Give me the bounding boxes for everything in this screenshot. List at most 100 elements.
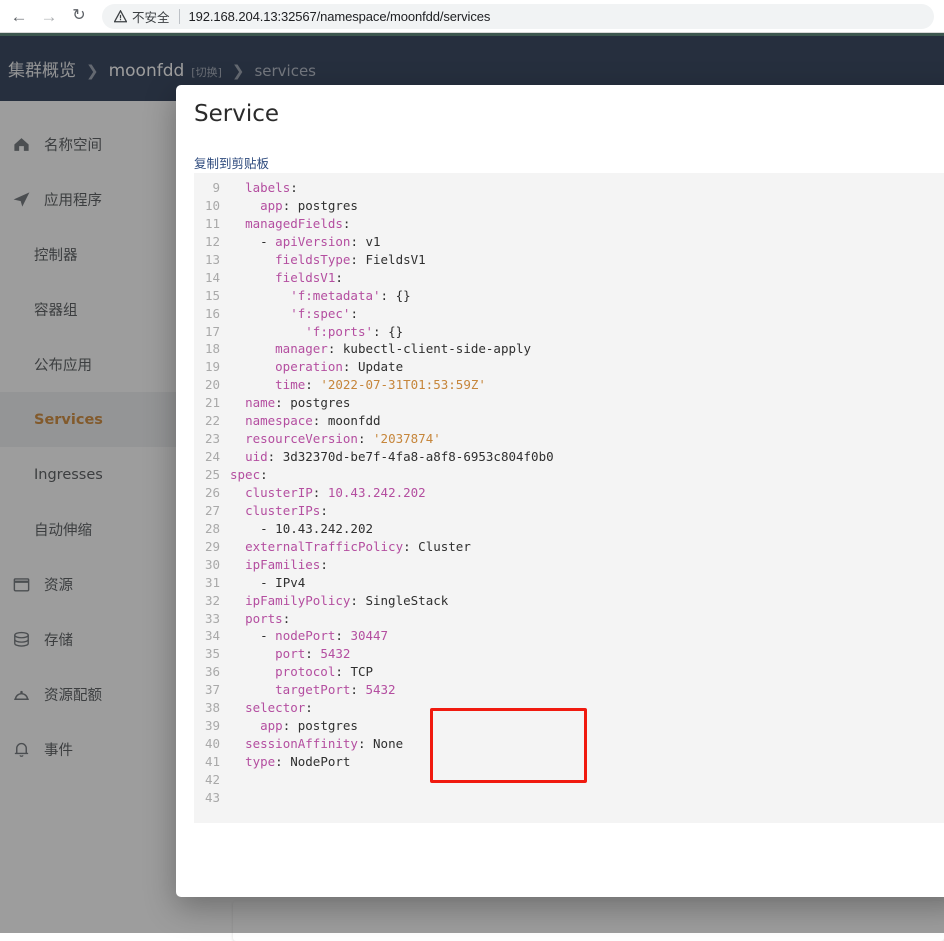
yaml-line: 31 - IPv4 (194, 574, 944, 592)
yaml-line: 18 manager: kubectl-client-side-apply (194, 340, 944, 358)
yaml-line-number: 33 (194, 610, 230, 628)
browser-toolbar: ← → ↻ 不安全 192.168.204.13:32567/namespace… (0, 0, 944, 33)
yaml-line-number: 27 (194, 502, 230, 520)
yaml-line-number: 12 (194, 233, 230, 251)
yaml-line-content: 'f:ports': {} (230, 323, 944, 341)
yaml-line-content: ports: (230, 610, 944, 628)
yaml-line-content: 'f:metadata': {} (230, 287, 944, 305)
yaml-line: 10 app: postgres (194, 197, 944, 215)
yaml-line-number: 17 (194, 323, 230, 341)
yaml-line: 26 clusterIP: 10.43.242.202 (194, 484, 944, 502)
yaml-line: 25spec: (194, 466, 944, 484)
forward-icon[interactable]: → (34, 1, 64, 31)
yaml-line: 9 labels: (194, 179, 944, 197)
yaml-line-content: spec: (230, 466, 944, 484)
yaml-line-content: - nodePort: 30447 (230, 627, 944, 645)
yaml-line-content (230, 789, 944, 807)
yaml-line-number: 36 (194, 663, 230, 681)
yaml-line-content: clusterIP: 10.43.242.202 (230, 484, 944, 502)
yaml-line: 30 ipFamilies: (194, 556, 944, 574)
yaml-line-number: 25 (194, 466, 230, 484)
yaml-line: 42 (194, 771, 944, 789)
yaml-line-content: managedFields: (230, 215, 944, 233)
yaml-line: 16 'f:spec': (194, 305, 944, 323)
yaml-line-content: name: postgres (230, 394, 944, 412)
yaml-line: 27 clusterIPs: (194, 502, 944, 520)
yaml-line-number: 9 (194, 179, 230, 197)
yaml-line: 38 selector: (194, 699, 944, 717)
yaml-line-number: 42 (194, 771, 230, 789)
yaml-line-number: 13 (194, 251, 230, 269)
yaml-line-number: 35 (194, 645, 230, 663)
yaml-line-number: 10 (194, 197, 230, 215)
yaml-line-content: - apiVersion: v1 (230, 233, 944, 251)
yaml-line-content: resourceVersion: '2037874' (230, 430, 944, 448)
reload-icon[interactable]: ↻ (64, 1, 94, 31)
yaml-line-number: 26 (194, 484, 230, 502)
yaml-line-content: clusterIPs: (230, 502, 944, 520)
yaml-line-number: 28 (194, 520, 230, 538)
yaml-line-number: 21 (194, 394, 230, 412)
yaml-line-content: namespace: moonfdd (230, 412, 944, 430)
yaml-line: 37 targetPort: 5432 (194, 681, 944, 699)
yaml-line: 36 protocol: TCP (194, 663, 944, 681)
back-icon[interactable]: ← (4, 1, 34, 31)
yaml-line-content: protocol: TCP (230, 663, 944, 681)
yaml-line-content (230, 771, 944, 789)
yaml-line-number: 30 (194, 556, 230, 574)
yaml-line-content: ipFamilyPolicy: SingleStack (230, 592, 944, 610)
yaml-line-content: port: 5432 (230, 645, 944, 663)
yaml-line-content: sessionAffinity: None (230, 735, 944, 753)
yaml-line-number: 18 (194, 340, 230, 358)
yaml-line: 12 - apiVersion: v1 (194, 233, 944, 251)
yaml-line-number: 11 (194, 215, 230, 233)
yaml-line-content: manager: kubectl-client-side-apply (230, 340, 944, 358)
yaml-line: 43 (194, 789, 944, 807)
yaml-line-content: labels: (230, 179, 944, 197)
yaml-line-content: externalTrafficPolicy: Cluster (230, 538, 944, 556)
yaml-line: 34 - nodePort: 30447 (194, 627, 944, 645)
yaml-line: 21 name: postgres (194, 394, 944, 412)
yaml-line: 17 'f:ports': {} (194, 323, 944, 341)
yaml-line: 23 resourceVersion: '2037874' (194, 430, 944, 448)
yaml-line-content: app: postgres (230, 197, 944, 215)
yaml-line: 13 fieldsType: FieldsV1 (194, 251, 944, 269)
yaml-line-number: 39 (194, 717, 230, 735)
yaml-line: 11 managedFields: (194, 215, 944, 233)
yaml-line-content: operation: Update (230, 358, 944, 376)
yaml-viewer[interactable]: 9 labels:10 app: postgres11 managedField… (194, 173, 944, 823)
yaml-line-content: - 10.43.242.202 (230, 520, 944, 538)
yaml-line-number: 20 (194, 376, 230, 394)
yaml-line: 14 fieldsV1: (194, 269, 944, 287)
service-yaml-dialog: Service 复制到剪贴板 9 labels:10 app: postgres… (176, 85, 944, 897)
yaml-line-number: 19 (194, 358, 230, 376)
yaml-line-content: app: postgres (230, 717, 944, 735)
yaml-line-content: fieldsV1: (230, 269, 944, 287)
yaml-line-number: 43 (194, 789, 230, 807)
yaml-line-number: 23 (194, 430, 230, 448)
yaml-line-content: uid: 3d32370d-be7f-4fa8-a8f8-6953c804f0b… (230, 448, 944, 466)
dialog-title: Service (194, 101, 279, 127)
yaml-line: 24 uid: 3d32370d-be7f-4fa8-a8f8-6953c804… (194, 448, 944, 466)
url-text: 192.168.204.13:32567/namespace/moonfdd/s… (189, 9, 491, 24)
yaml-line: 20 time: '2022-07-31T01:53:59Z' (194, 376, 944, 394)
yaml-line: 40 sessionAffinity: None (194, 735, 944, 753)
warning-triangle-icon (114, 10, 127, 23)
yaml-line-number: 37 (194, 681, 230, 699)
yaml-line-content: 'f:spec': (230, 305, 944, 323)
yaml-line: 29 externalTrafficPolicy: Cluster (194, 538, 944, 556)
yaml-line: 39 app: postgres (194, 717, 944, 735)
yaml-line-number: 32 (194, 592, 230, 610)
yaml-line: 15 'f:metadata': {} (194, 287, 944, 305)
yaml-line-number: 29 (194, 538, 230, 556)
yaml-line: 32 ipFamilyPolicy: SingleStack (194, 592, 944, 610)
address-bar[interactable]: 不安全 192.168.204.13:32567/namespace/moonf… (102, 4, 934, 29)
yaml-line-content: selector: (230, 699, 944, 717)
yaml-line-number: 34 (194, 627, 230, 645)
yaml-line: 33 ports: (194, 610, 944, 628)
yaml-line: 35 port: 5432 (194, 645, 944, 663)
yaml-line-number: 41 (194, 753, 230, 771)
security-label: 不安全 (132, 7, 170, 26)
copy-to-clipboard-link[interactable]: 复制到剪贴板 (194, 153, 269, 172)
yaml-line-number: 24 (194, 448, 230, 466)
